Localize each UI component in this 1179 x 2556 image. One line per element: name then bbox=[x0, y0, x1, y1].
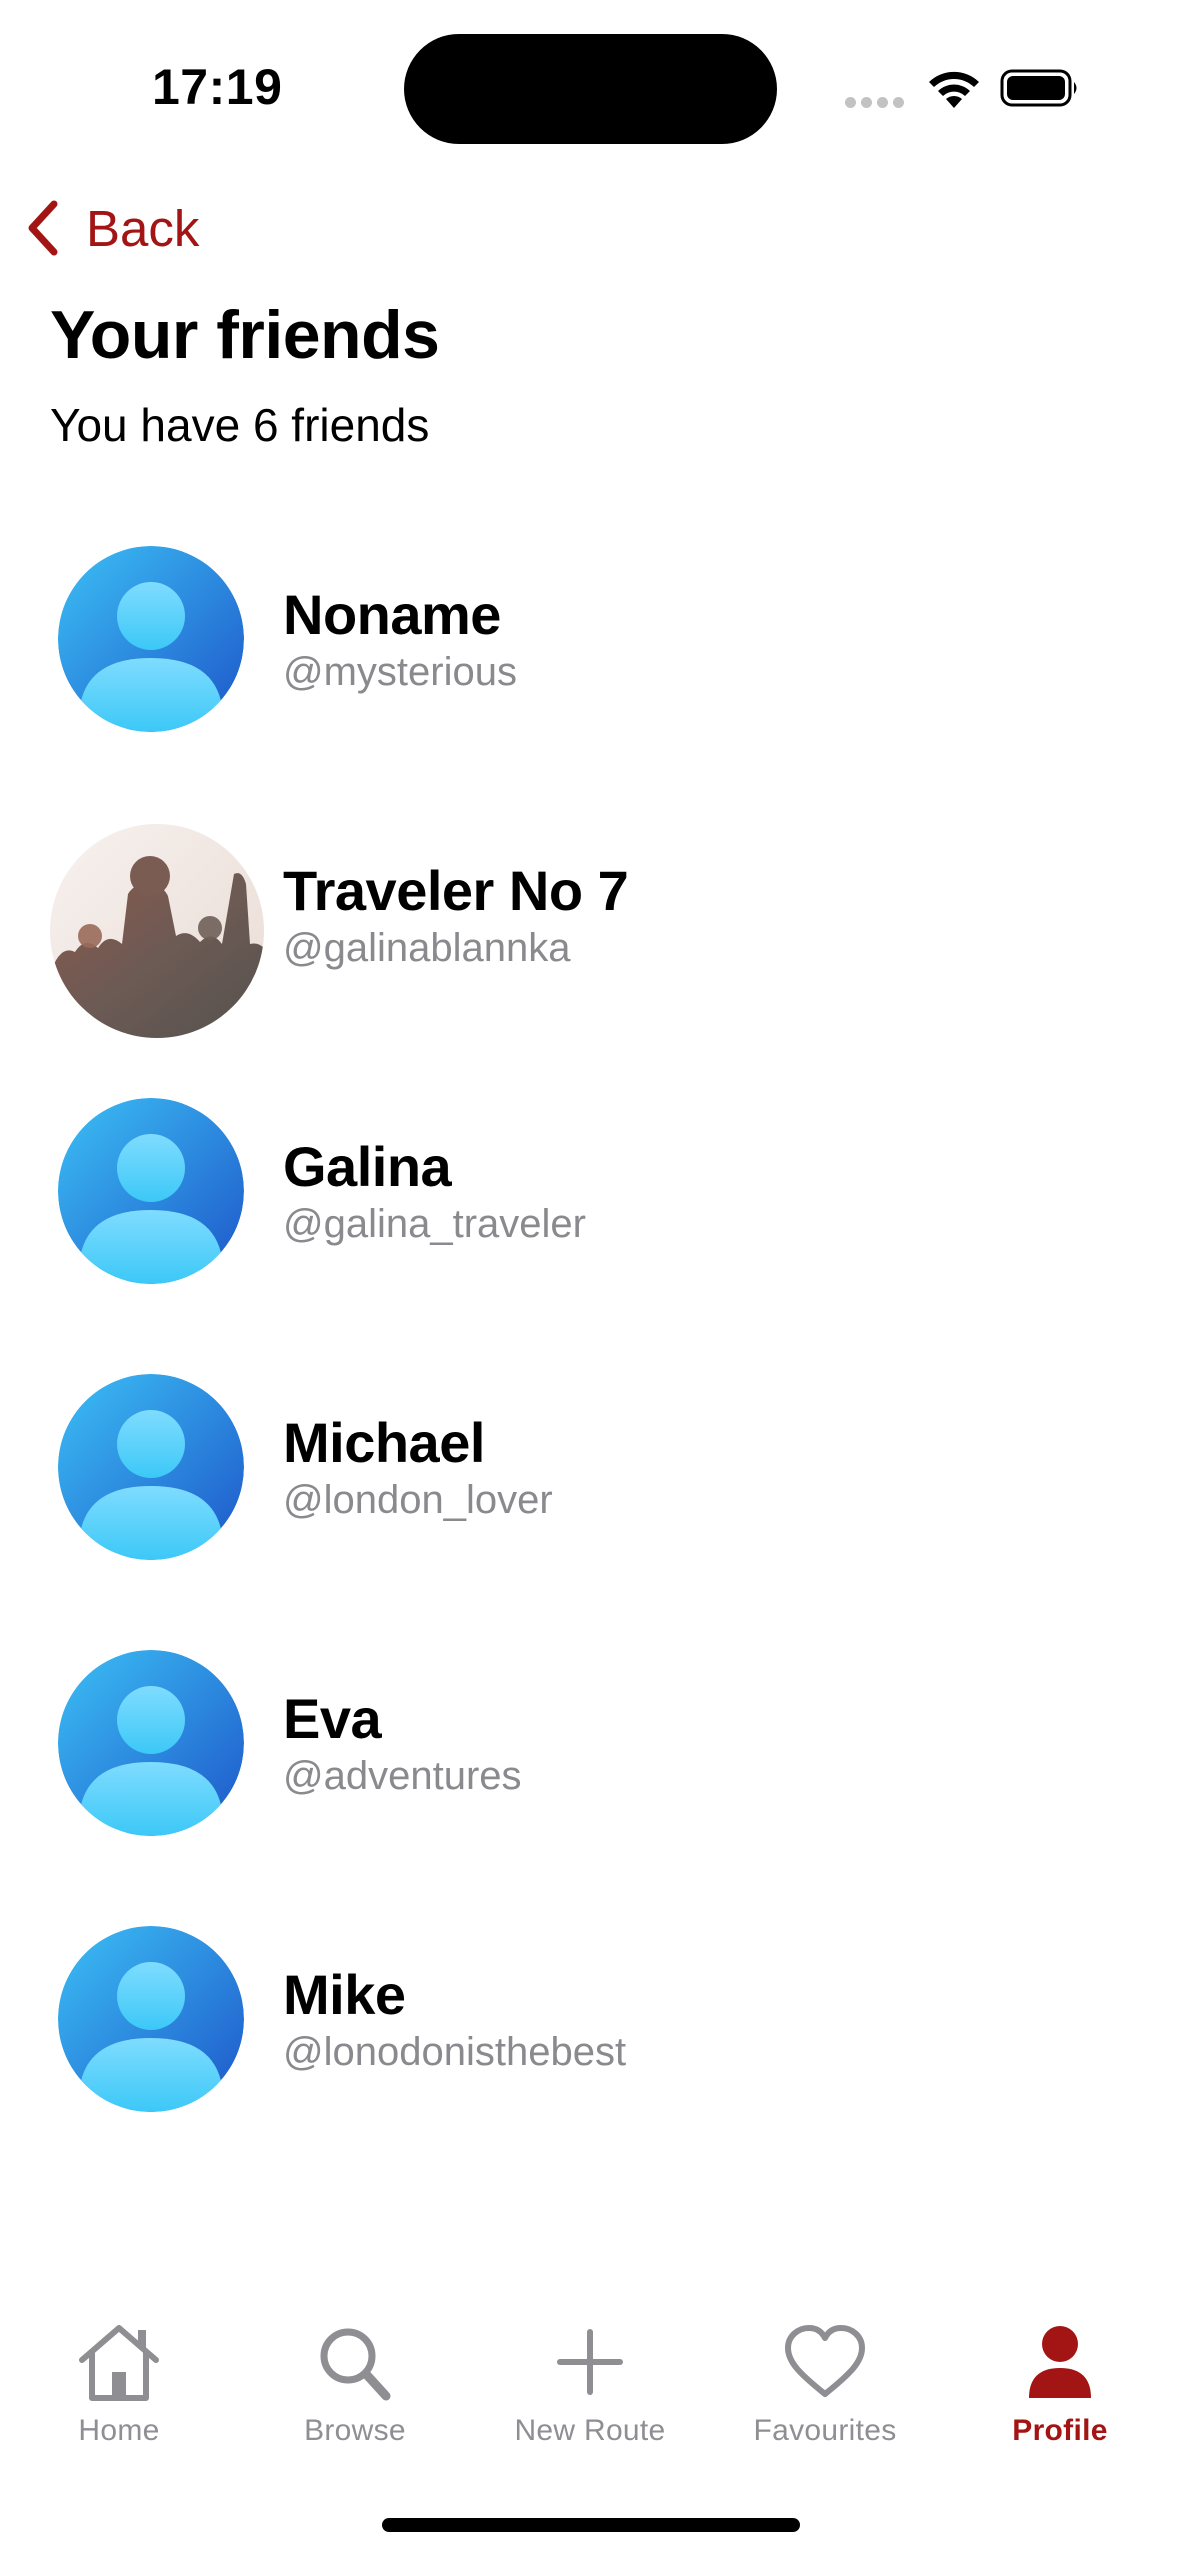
default-person-avatar bbox=[58, 1650, 244, 1836]
friend-handle: @adventures bbox=[283, 1754, 522, 1798]
tab-label: Home bbox=[78, 2414, 160, 2447]
friend-handle: @london_lover bbox=[283, 1478, 553, 1522]
friend-name: Noname bbox=[283, 583, 501, 646]
default-person-avatar bbox=[58, 546, 244, 732]
tab-label: New Route bbox=[514, 2414, 666, 2447]
count-suffix: friends bbox=[278, 399, 430, 451]
friend-row-noname[interactable]: Noname @mysterious bbox=[0, 530, 1179, 730]
back-button[interactable]: Back bbox=[24, 196, 199, 260]
tab-home[interactable]: Home bbox=[19, 2310, 219, 2460]
friend-handle: @lonodonisthebest bbox=[283, 2030, 627, 2074]
friend-handle: @mysterious bbox=[283, 650, 517, 694]
magnifying-glass-icon bbox=[320, 2328, 391, 2401]
heart-icon bbox=[785, 2325, 865, 2397]
person-icon bbox=[1029, 2326, 1091, 2398]
friend-row-eva[interactable]: Eva @adventures bbox=[0, 1634, 1179, 1834]
tab-label: Favourites bbox=[753, 2414, 897, 2447]
friend-name: Michael bbox=[283, 1411, 485, 1474]
tab-label: Browse bbox=[304, 2414, 406, 2447]
friend-handle: @galinablannka bbox=[283, 926, 571, 970]
count-value: 6 bbox=[252, 399, 279, 451]
friend-name: Galina bbox=[283, 1135, 452, 1198]
friend-row-mike[interactable]: Mike @lonodonisthebest bbox=[0, 1910, 1179, 2110]
back-label: Back bbox=[86, 199, 200, 257]
friend-name: Eva bbox=[283, 1687, 382, 1750]
plus-icon bbox=[557, 2329, 623, 2395]
friend-row-michael[interactable]: Michael @london_lover bbox=[0, 1358, 1179, 1558]
friend-handle: @galina_traveler bbox=[283, 1202, 586, 1246]
home-indicator[interactable] bbox=[382, 2518, 800, 2532]
signal-dots-icon bbox=[845, 95, 909, 113]
friend-row-galina[interactable]: Galina @galina_traveler bbox=[0, 1082, 1179, 1282]
tab-profile[interactable]: Profile bbox=[960, 2310, 1160, 2460]
battery-icon bbox=[1000, 69, 1077, 107]
tab-bar: Home Browse New Route Favourites Profile bbox=[0, 2310, 1179, 2490]
friend-row-traveler-no-7[interactable]: Traveler No 7 @galinablannka bbox=[0, 806, 1179, 1038]
crowd-photo-avatar bbox=[50, 824, 264, 1038]
count-prefix: You have bbox=[50, 399, 253, 451]
default-person-avatar bbox=[58, 1098, 244, 1284]
tab-browse[interactable]: Browse bbox=[255, 2310, 455, 2460]
default-person-avatar bbox=[58, 1926, 244, 2112]
default-person-avatar bbox=[58, 1374, 244, 1560]
friend-name: Mike bbox=[283, 1963, 406, 2026]
tab-favourites[interactable]: Favourites bbox=[725, 2310, 925, 2460]
tab-new-route[interactable]: New Route bbox=[490, 2310, 690, 2460]
dynamic-island bbox=[404, 34, 777, 144]
status-time: 17:19 bbox=[152, 59, 283, 115]
wifi-icon bbox=[929, 71, 979, 108]
page-title: Your friends bbox=[50, 297, 440, 373]
tab-label: Profile bbox=[1012, 2414, 1108, 2447]
friend-count-text: You have 6 friends bbox=[50, 398, 429, 452]
friend-name: Traveler No 7 bbox=[283, 859, 629, 922]
status-bar: 17:19 bbox=[0, 0, 1179, 150]
house-icon bbox=[79, 2325, 159, 2401]
chevron-left-icon bbox=[28, 200, 58, 256]
